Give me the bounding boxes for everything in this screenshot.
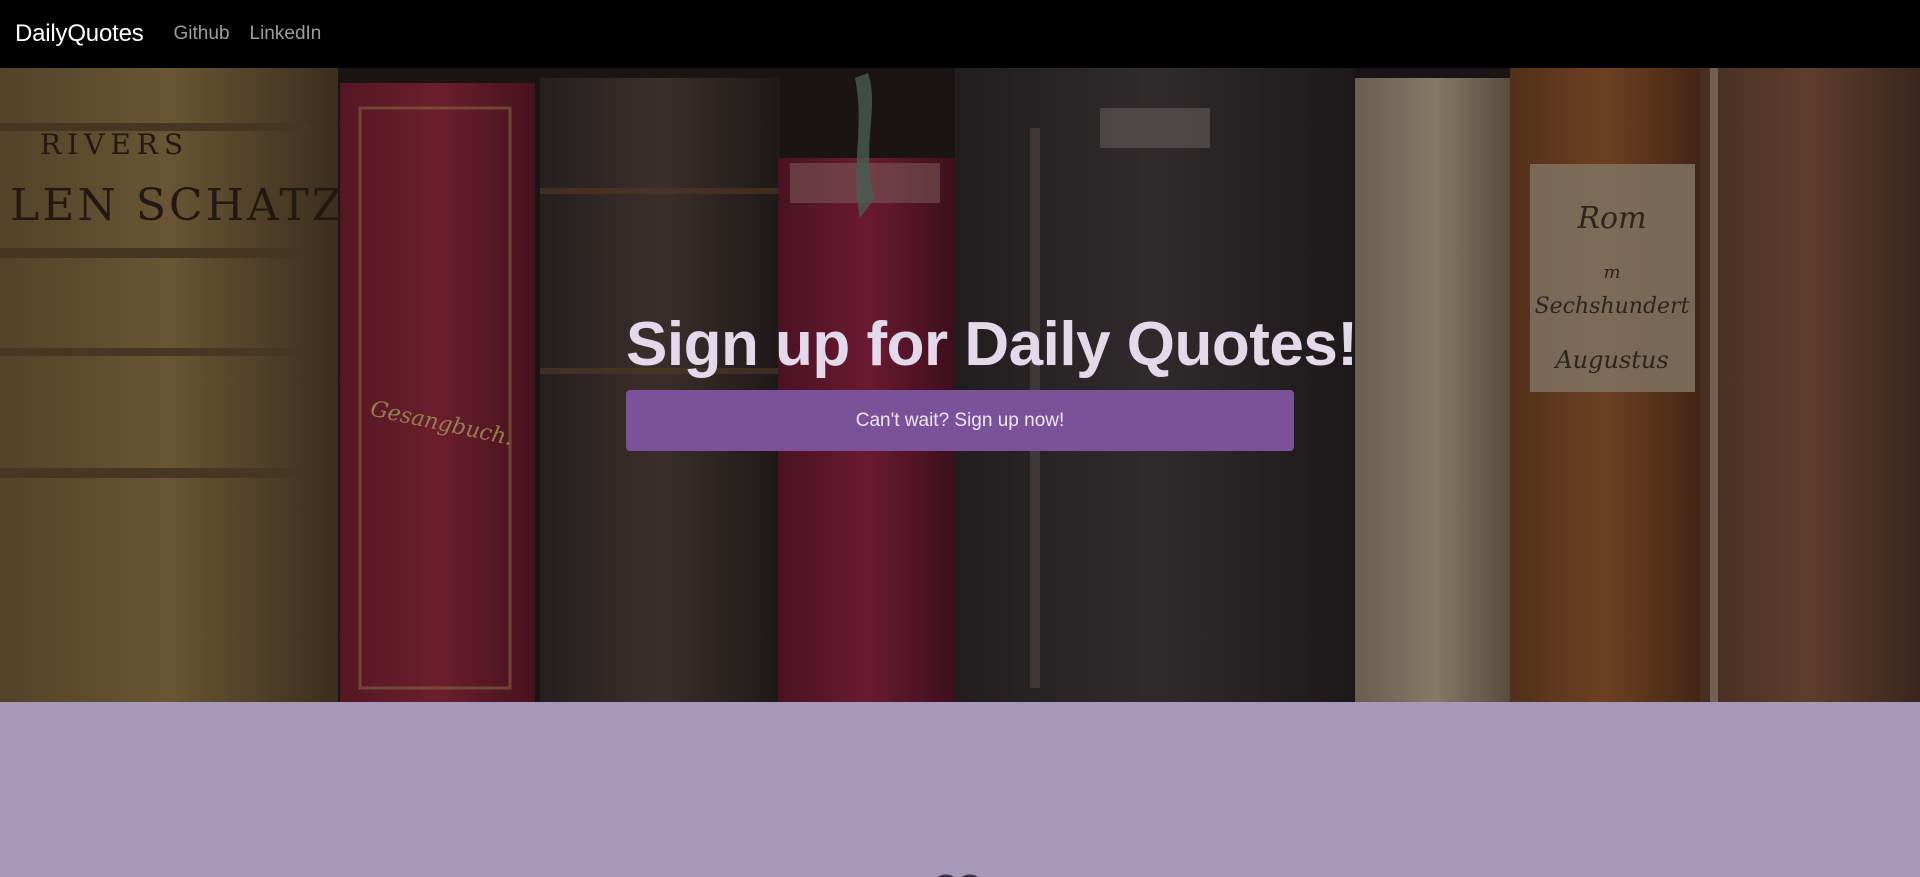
circle-icon bbox=[1460, 867, 1540, 877]
users-icon bbox=[937, 874, 979, 877]
heart-icon bbox=[380, 867, 460, 877]
nav-link-linkedin[interactable]: LinkedIn bbox=[250, 23, 322, 45]
nav-link-github[interactable]: Github bbox=[174, 23, 230, 45]
hero-title: Sign up for Daily Quotes! bbox=[626, 310, 1358, 379]
brand-link[interactable]: DailyQuotes bbox=[15, 20, 144, 48]
signup-button[interactable]: Can't wait? Sign up now! bbox=[626, 390, 1294, 452]
navbar: DailyQuotes Github LinkedIn bbox=[0, 0, 1920, 68]
hero-section: Rom m Sechshundert Augustus RIVERS LEN S… bbox=[0, 68, 1920, 702]
features-section bbox=[0, 702, 1920, 877]
hero-content: Sign up for Daily Quotes! Can't wait? Si… bbox=[626, 308, 1358, 452]
